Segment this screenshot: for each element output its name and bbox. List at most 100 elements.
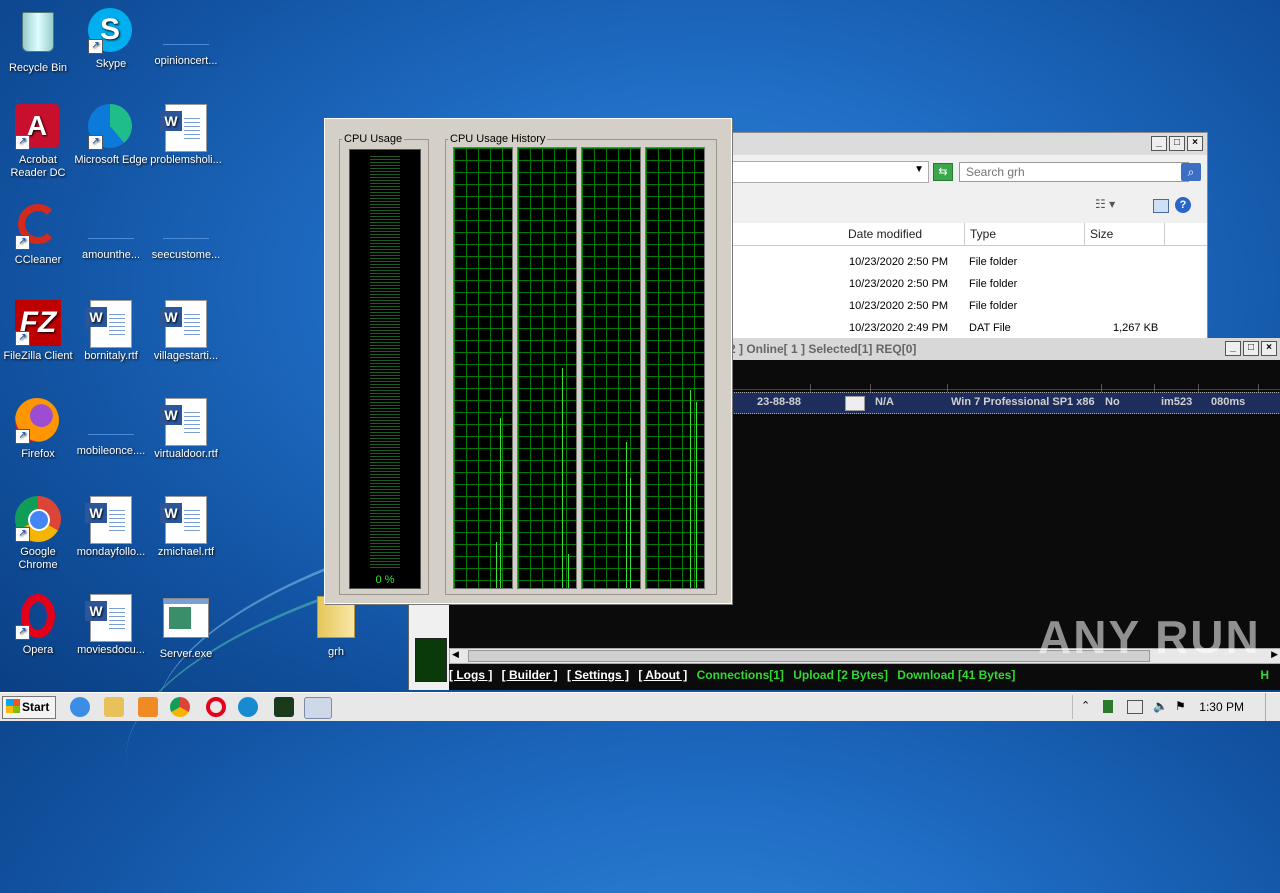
file-icon (88, 410, 134, 435)
cpu-history-label: CPU Usage History (450, 133, 546, 145)
desktop-icon-label: villagestarti... (153, 350, 219, 362)
logs-link[interactable]: [ Logs ] (449, 668, 492, 682)
minimize-button[interactable]: _ (1151, 136, 1167, 151)
dropdown-arrow-icon[interactable]: ▼ (914, 164, 924, 175)
file-list: 10/23/2020 2:50 PM File folder 10/23/202… (725, 246, 1207, 339)
opera-taskbar-icon[interactable] (206, 697, 226, 717)
desktop-icon-label: Recycle Bin (8, 62, 68, 74)
about-link[interactable]: [ About ] (638, 668, 687, 682)
desktop-icon-zmichael[interactable]: zmichael.rtf (148, 496, 224, 559)
desktop-icon-edge[interactable]: ↗ Microsoft Edge (73, 104, 149, 167)
desktop-icon-seecustome[interactable]: seecustome... (148, 202, 224, 262)
network-icon[interactable] (1127, 700, 1143, 714)
cam-cell: No (1105, 396, 1120, 408)
start-label: Start (22, 700, 50, 714)
desktop-icon-label: seecustome... (151, 249, 221, 261)
rat-status-text: 2 ] Online[ 1 ] Selected[1] REQ[0] (729, 342, 917, 356)
view-options-icon[interactable]: ☷ ▾ (1095, 197, 1115, 211)
desktop-icon-villagestarti[interactable]: villagestarti... (148, 300, 224, 363)
rat-column-headers: Install Date Flag Country Operating Syst… (729, 361, 1280, 412)
rat-status-bar: [ Logs ] [ Builder ] [ Settings ] [ Abou… (449, 668, 1280, 688)
rat-app-taskbar-icon[interactable] (274, 697, 294, 717)
task-manager-performance: CPU Usage 0 % CPU Usage History (324, 118, 732, 604)
desktop-icon-firefox[interactable]: ↗ Firefox (0, 398, 76, 461)
close-button[interactable]: × (1187, 136, 1203, 151)
maximize-button[interactable]: □ (1169, 136, 1185, 151)
desktop-icon-recycle-bin[interactable]: Recycle Bin (0, 8, 76, 75)
desktop-icon-skype[interactable]: S ↗ Skype (73, 8, 149, 71)
install-date-cell: 23-88-88 (757, 396, 802, 408)
desktop-icon-acrobat[interactable]: A ↗ Acrobat Reader DC (0, 104, 76, 180)
desktop-icon-filezilla[interactable]: FZ ↗ FileZilla Client (0, 300, 76, 363)
scroll-right-icon[interactable]: ▶ (1271, 649, 1278, 660)
client-row[interactable]: 23-88-88 N/A Win 7 Professional SP1 x86 … (729, 392, 1280, 414)
internet-explorer-icon[interactable] (70, 697, 90, 717)
desktop-icon-problemsholi[interactable]: problemsholi... (148, 104, 224, 167)
preview-pane-icon[interactable] (1153, 199, 1169, 213)
desktop-icon-amounthe[interactable]: amounthe... (73, 202, 149, 262)
connections-status: Connections[1] (696, 668, 784, 682)
task-manager-taskbar-icon[interactable] (304, 697, 332, 719)
file-type: File folder (969, 256, 1018, 268)
desktop-icon-label: Firefox (21, 448, 55, 460)
close-button[interactable]: × (1261, 341, 1277, 356)
opera-icon: ↗ (15, 594, 61, 640)
file-icon (163, 20, 209, 45)
edge-taskbar-icon[interactable] (238, 697, 258, 717)
action-center-flag-icon[interactable]: ⚑ (1175, 699, 1186, 713)
word-doc-icon (85, 496, 134, 544)
clock[interactable]: 1:30 PM (1199, 700, 1244, 714)
desktop-icon-ccleaner[interactable]: ↗ CCleaner (0, 202, 76, 267)
desktop-icon-label: mondayfollo... (76, 546, 146, 558)
firefox-icon: ↗ (15, 398, 61, 444)
show-desktop-button[interactable] (1265, 693, 1280, 721)
desktop-icon-label: CCleaner (14, 254, 62, 266)
volume-icon[interactable]: 🔈 (1153, 699, 1168, 713)
word-doc-icon (160, 300, 209, 348)
country-cell: N/A (875, 396, 894, 408)
desktop-icon-mobileonce[interactable]: mobileonce.... (73, 398, 149, 458)
edge-icon: ↗ (88, 104, 134, 150)
tray-app-icon[interactable] (1103, 700, 1113, 713)
desktop-icon-server-exe[interactable]: Server.exe (148, 594, 224, 661)
desktop-icon-chrome[interactable]: ↗ Google Chrome (0, 496, 76, 572)
flag-icon (845, 396, 865, 411)
system-tray: ⌃ 🔈 ⚑ (1072, 695, 1193, 719)
desktop-icon-label: mobileonce.... (76, 445, 146, 457)
help-icon[interactable]: ? (1175, 197, 1191, 213)
acrobat-icon: A ↗ (15, 104, 61, 150)
desktop-icon-label: Opera (22, 644, 54, 656)
chrome-icon: ↗ (15, 496, 61, 542)
explorer-window: _ □ × ▼ ⇆ ⌕ ☷ ▾ ? Date modified Type Siz… (724, 132, 1208, 340)
desktop-icon-label: moviesdocu... (77, 644, 145, 656)
search-icon[interactable]: ⌕ (1181, 163, 1201, 181)
desktop-icon-bornitaly[interactable]: bornitaly.rtf (73, 300, 149, 363)
column-headers: Date modified Type Size (725, 223, 1207, 246)
address-bar[interactable]: ▼ (725, 161, 929, 183)
recycle-bin-icon (15, 12, 61, 58)
builder-link[interactable]: [ Builder ] (502, 668, 558, 682)
desktop-icon-virtualdoor[interactable]: virtualdoor.rtf (148, 398, 224, 461)
file-explorer-icon[interactable] (104, 697, 124, 717)
start-button[interactable]: Start (2, 696, 56, 719)
column-date-modified[interactable]: Date modified (843, 223, 965, 245)
chrome-taskbar-icon[interactable] (170, 697, 190, 717)
media-player-icon[interactable] (138, 697, 158, 717)
maximize-button[interactable]: □ (1243, 341, 1259, 356)
scroll-left-icon[interactable]: ◀ (452, 649, 459, 660)
settings-link[interactable]: [ Settings ] (567, 668, 629, 682)
cpu-history-graph-core-4 (645, 147, 705, 589)
file-date: 10/23/2020 2:49 PM (849, 322, 949, 334)
desktop-icon-opera[interactable]: ↗ Opera (0, 594, 76, 657)
desktop-icon-label: Acrobat Reader DC (10, 154, 66, 179)
column-type[interactable]: Type (965, 223, 1085, 245)
desktop-icon-label: bornitaly.rtf (84, 350, 138, 362)
column-size[interactable]: Size (1085, 223, 1165, 245)
desktop-icon-opinioncert[interactable]: opinioncert... (148, 8, 224, 68)
desktop-icon-moviesdocu[interactable]: moviesdocu... (73, 594, 149, 657)
minimize-button[interactable]: _ (1225, 341, 1241, 356)
refresh-icon[interactable]: ⇆ (933, 163, 953, 181)
desktop-icon-mondayfollo[interactable]: mondayfollo... (73, 496, 149, 559)
search-input[interactable] (959, 162, 1189, 182)
show-hidden-icons-icon[interactable]: ⌃ (1081, 699, 1090, 712)
